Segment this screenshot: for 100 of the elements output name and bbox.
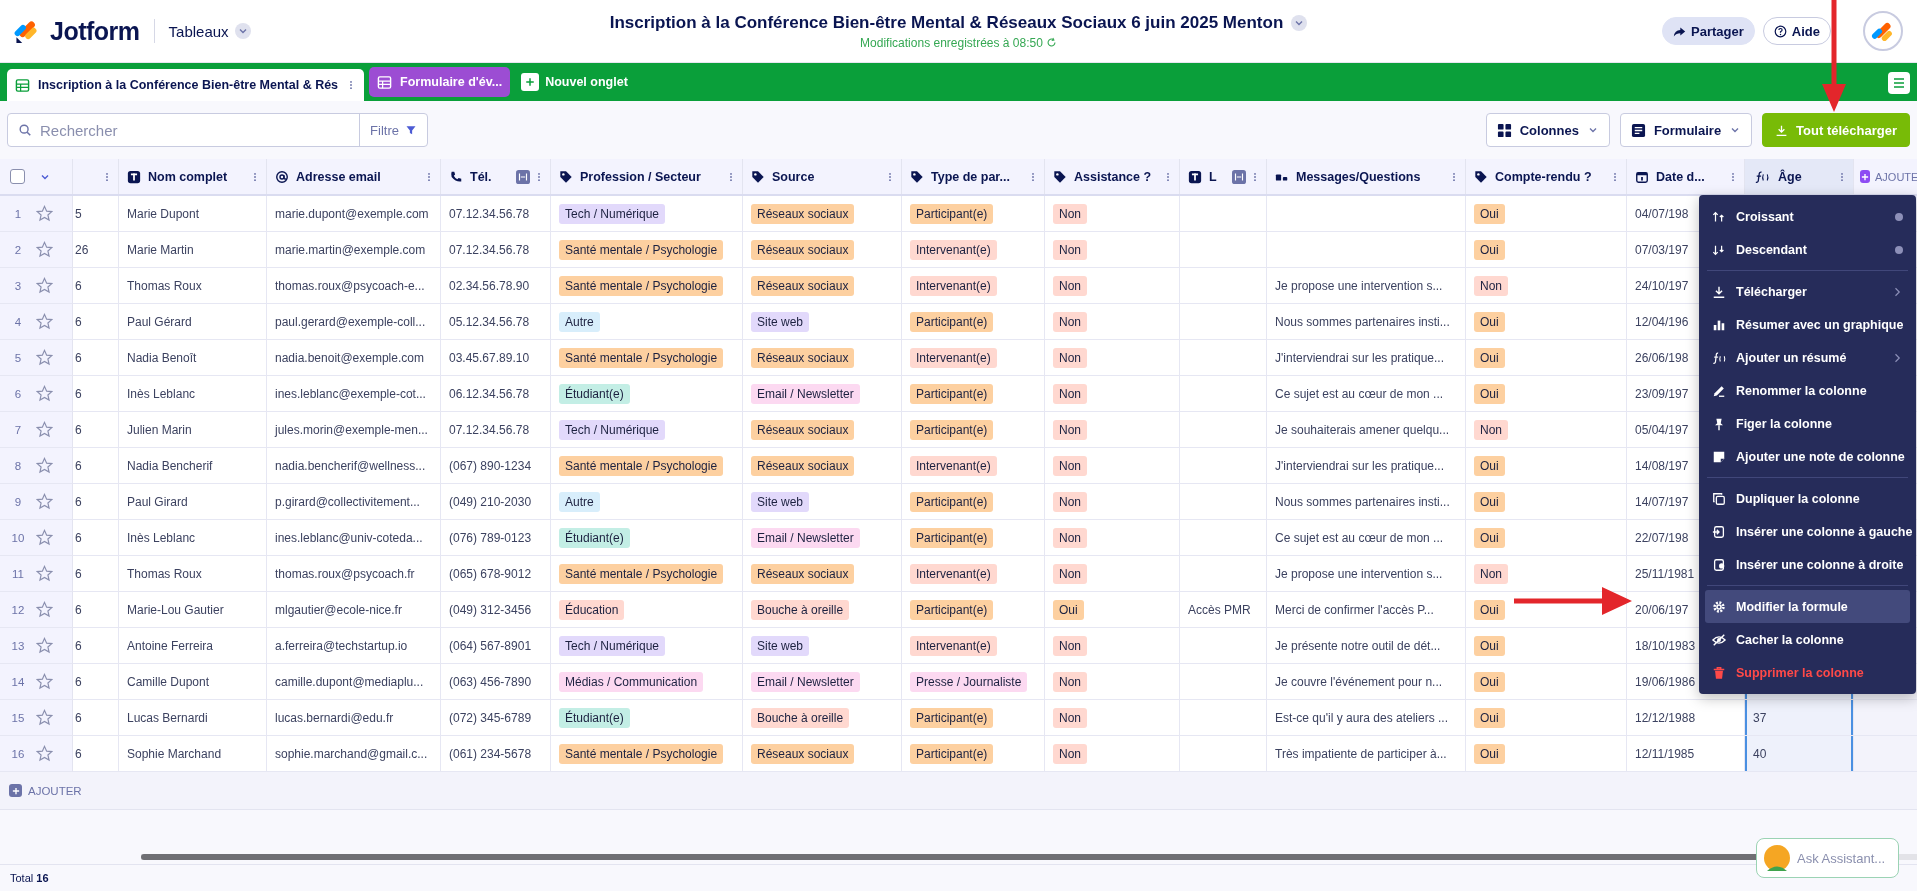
star-icon[interactable] [36,421,53,438]
columns-button[interactable]: Colonnes [1485,113,1610,147]
star-icon[interactable] [36,745,53,762]
table-cell: marie.dupont@exemple.com [267,196,441,232]
column-title: Assistance ? [1074,169,1152,184]
tag: Intervenant(e) [910,275,997,296]
sheet-tab[interactable]: Formulaire d'év... [369,67,511,97]
tag: Bouche à oreille [751,599,850,620]
table-cell: marie.martin@exemple.com [267,232,441,268]
tag: Oui [1474,311,1505,332]
column-header[interactable]: Adresse email [267,159,441,194]
table-cell: jules.morin@exemple-men... [267,412,441,448]
column-header[interactable]: Profession / Secteur [551,159,743,194]
table-cell: ines.leblanc@univ-coteda... [267,520,441,556]
avatar-icon [1763,844,1791,872]
tag: Étudiant(e) [559,707,630,728]
table-cell: lucas.bernardi@edu.fr [267,700,441,736]
table-cell: 07.12.34.56.78 [441,232,551,268]
resize-icon[interactable] [516,169,530,184]
tag: Intervenant(e) [910,347,997,368]
star-icon[interactable] [36,637,53,654]
star-icon[interactable] [36,565,53,582]
search-field[interactable]: Rechercher Filtre [7,113,428,147]
table-cell: Nous sommes partenaires insti... [1267,304,1466,340]
tag: Intervenant(e) [910,635,997,656]
column-title: Messages/Questions [1296,169,1421,184]
resize-icon[interactable] [1232,169,1246,184]
sheet-tab[interactable]: Inscription à la Conférence Bien-être Mental & Rés [7,69,365,101]
row-number: 11 [11,567,25,580]
column-header[interactable]: Âge [1745,159,1854,194]
avatar[interactable] [1863,11,1903,51]
star-icon[interactable] [36,493,53,510]
tag-icon [1053,169,1067,184]
table-cell: ines.leblanc@exemple-cot... [267,376,441,412]
row-number: 6 [13,387,23,400]
tag: Intervenant(e) [910,239,997,260]
tag: Non [1474,275,1508,296]
table-cell: Camille Dupont [119,664,267,700]
table-cell: Thomas Roux [119,268,267,304]
tag: Santé mentale / Psychologie [559,275,724,296]
tag: Non [1053,383,1087,404]
star-icon[interactable] [36,709,53,726]
tag: Non [1053,347,1087,368]
column-header[interactable]: Tél. [441,159,551,194]
logo-text: Jotform [50,16,140,46]
share-button[interactable]: Partager [1662,17,1755,45]
tag-icon [751,169,765,184]
phone-icon [449,169,463,184]
menu-button[interactable] [1888,72,1910,94]
radio-dot [1895,212,1903,221]
tag: Santé mentale / Psychologie [559,743,724,764]
tag: Oui [1474,707,1505,728]
tag: Non [1053,743,1087,764]
title-dropdown[interactable] [1291,14,1308,31]
tag: Site web [751,635,810,656]
star-icon[interactable] [36,349,53,366]
tag: Oui [1474,599,1505,620]
tag: Non [1053,203,1087,224]
sort-ascending-icon [1712,209,1726,224]
star-icon[interactable] [36,277,53,294]
row-number: 12 [10,603,26,616]
menu-item[interactable]: Modifier la formule [1705,590,1910,623]
eye-slash-icon [1712,632,1726,647]
tag: Réseaux sociaux [751,347,855,368]
section-dropdown[interactable]: Tableaux [168,22,251,40]
table-cell: (067) 890-1234 [441,448,551,484]
column-header[interactable]: Nom complet [119,159,267,194]
star-icon[interactable] [36,241,53,258]
row-number: 8 [13,459,23,472]
tag: Oui [1474,239,1505,260]
filter-button[interactable]: Filtre [359,114,427,146]
table-cell: (065) 678-9012 [441,556,551,592]
star-icon[interactable] [36,529,53,546]
tag: Oui [1474,383,1505,404]
star-icon[interactable] [36,385,53,402]
column-header[interactable]: Type de par... [902,159,1045,194]
form-button[interactable]: Formulaire [1619,113,1753,147]
table-cell: 26 [73,232,119,268]
table-cell: paul.gerard@exemple-coll... [267,304,441,340]
star-icon[interactable] [36,673,53,690]
table-cell: Thomas Roux [119,556,267,592]
add-row-button[interactable]: AJOUTER [3,783,88,798]
column-header[interactable]: Messages/Questions [1267,159,1466,194]
refresh-icon [1045,37,1057,48]
at-sign-icon [275,169,289,184]
table-cell: Marie Dupont [119,196,267,232]
column-header[interactable]: Assistance ? [1045,159,1180,194]
column-header[interactable]: Source [743,159,902,194]
star-icon[interactable] [36,313,53,330]
table-cell: thomas.roux@psycoach.fr [267,556,441,592]
table-cell: 6 [73,520,119,556]
column-header[interactable]: L [1180,159,1267,194]
table-cell: J'interviendrai sur les pratique... [1267,448,1466,484]
star-icon[interactable] [36,457,53,474]
table-cell: Ce sujet est au cœur de mon ... [1267,376,1466,412]
column-header[interactable]: Compte-rendu ? [1466,159,1627,194]
star-icon[interactable] [36,601,53,618]
checkbox[interactable] [10,169,25,184]
star-icon[interactable] [36,205,53,222]
help-button[interactable]: Aide [1762,17,1831,45]
